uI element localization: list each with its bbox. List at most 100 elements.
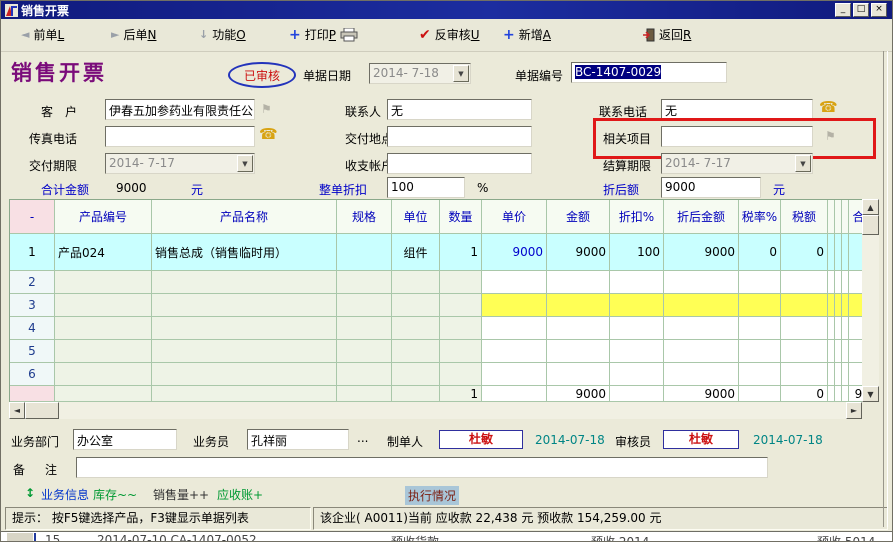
grid-cell[interactable] bbox=[828, 317, 835, 339]
grid-cell[interactable] bbox=[828, 271, 835, 293]
grid-cell[interactable] bbox=[664, 294, 739, 316]
grid-cell[interactable] bbox=[828, 294, 835, 316]
contact-phone-input[interactable]: 无 bbox=[661, 99, 813, 120]
grid-cell[interactable]: 0 bbox=[739, 234, 781, 270]
grid-horizontal-scrollbar[interactable]: ◄ ► bbox=[9, 402, 862, 419]
grid-cell[interactable] bbox=[337, 340, 392, 362]
grid-cell[interactable]: 组件 bbox=[392, 234, 440, 270]
grid-cell[interactable] bbox=[835, 234, 842, 270]
grid-cell[interactable]: 3 bbox=[10, 294, 55, 316]
grid-cell[interactable] bbox=[781, 294, 828, 316]
scroll-right-button[interactable]: ► bbox=[846, 402, 862, 419]
contact-input[interactable]: 无 bbox=[387, 99, 532, 120]
scroll-up-button[interactable]: ▲ bbox=[862, 199, 879, 215]
grid-cell[interactable] bbox=[482, 271, 547, 293]
sales-volume-link[interactable]: 销售量++ bbox=[153, 486, 209, 503]
grid-cell[interactable] bbox=[547, 317, 610, 339]
grid-cell[interactable] bbox=[835, 317, 842, 339]
grid-cell[interactable] bbox=[55, 271, 152, 293]
return-button[interactable]: 返回R bbox=[643, 26, 691, 43]
grid-cell[interactable] bbox=[547, 271, 610, 293]
grid-cell[interactable] bbox=[739, 363, 781, 385]
grid-cell[interactable] bbox=[828, 363, 835, 385]
grid-cell[interactable] bbox=[835, 271, 842, 293]
grid-cell[interactable] bbox=[664, 340, 739, 362]
grid-cell[interactable] bbox=[152, 317, 337, 339]
grid-cell[interactable] bbox=[664, 317, 739, 339]
grid-cell[interactable]: 1 bbox=[10, 234, 55, 270]
grid-cell[interactable] bbox=[828, 234, 835, 270]
grid-cell[interactable]: 9000 bbox=[482, 234, 547, 270]
grid-cell[interactable] bbox=[337, 363, 392, 385]
grid-cell[interactable] bbox=[781, 317, 828, 339]
maximize-button[interactable]: □ bbox=[853, 3, 869, 17]
grid-cell[interactable]: 9000 bbox=[664, 234, 739, 270]
add-new-button[interactable]: + 新增A bbox=[503, 26, 551, 43]
maker-name-box[interactable]: 杜敏 bbox=[439, 430, 523, 449]
grid-cell[interactable] bbox=[610, 363, 664, 385]
scroll-down-button[interactable]: ▼ bbox=[862, 386, 879, 402]
fax-input[interactable] bbox=[105, 126, 255, 147]
phone-icon[interactable]: ☎ bbox=[819, 100, 838, 115]
grid-cell[interactable] bbox=[610, 317, 664, 339]
grid-cell[interactable] bbox=[55, 363, 152, 385]
grid-cell[interactable] bbox=[482, 294, 547, 316]
grid-cell[interactable] bbox=[842, 294, 849, 316]
grid-cell[interactable]: 6 bbox=[10, 363, 55, 385]
grid-cell[interactable]: 9000 bbox=[547, 234, 610, 270]
grid-cell[interactable] bbox=[835, 340, 842, 362]
grid-cell[interactable] bbox=[835, 363, 842, 385]
functions-button[interactable]: ↓ 功能O bbox=[199, 26, 246, 43]
print-button[interactable]: + 打印P bbox=[289, 26, 358, 43]
combo-arrow-icon[interactable]: ▼ bbox=[795, 155, 811, 172]
close-button[interactable]: × bbox=[871, 3, 887, 17]
grid-cell[interactable] bbox=[440, 317, 482, 339]
delivery-term-combo[interactable]: 2014- 7-17 ▼ bbox=[105, 153, 255, 174]
grid-cell[interactable] bbox=[440, 271, 482, 293]
horizontal-scroll-thumb[interactable] bbox=[25, 402, 59, 419]
grid-cell[interactable] bbox=[440, 294, 482, 316]
grid-cell[interactable] bbox=[842, 317, 849, 339]
settle-term-combo[interactable]: 2014- 7-17 ▼ bbox=[661, 153, 813, 174]
grid-cell[interactable] bbox=[547, 363, 610, 385]
dept-input[interactable]: 办公室 bbox=[73, 429, 177, 450]
grid-cell[interactable] bbox=[482, 317, 547, 339]
remark-input[interactable] bbox=[76, 457, 768, 478]
customer-picker-flag-icon[interactable]: ⚑ bbox=[261, 103, 272, 115]
salesman-more-button[interactable]: ... bbox=[357, 431, 368, 445]
discount-input[interactable]: 100 bbox=[387, 177, 465, 198]
printer-icon[interactable] bbox=[340, 28, 358, 42]
receivable-link[interactable]: 应收账+ bbox=[217, 486, 263, 503]
grid-vertical-scrollbar[interactable]: ▲ ▼ bbox=[862, 199, 879, 402]
grid-cell[interactable] bbox=[739, 271, 781, 293]
fax-phone-icon[interactable]: ☎ bbox=[259, 127, 278, 142]
grid-cell[interactable]: 5 bbox=[10, 340, 55, 362]
auditor-name-box[interactable]: 杜敏 bbox=[663, 430, 739, 449]
grid-cell[interactable] bbox=[337, 294, 392, 316]
grid-cell[interactable] bbox=[337, 271, 392, 293]
grid-cell[interactable] bbox=[739, 317, 781, 339]
grid-cell[interactable] bbox=[152, 294, 337, 316]
grid-cell[interactable]: 4 bbox=[10, 317, 55, 339]
grid-cell[interactable] bbox=[392, 317, 440, 339]
doc-no-input[interactable]: BC-1407-0029 bbox=[571, 62, 727, 83]
minimize-button[interactable]: _ bbox=[835, 3, 851, 17]
grid-cell[interactable] bbox=[781, 363, 828, 385]
grid-cell[interactable] bbox=[739, 340, 781, 362]
doc-date-combo[interactable]: 2014- 7-18 ▼ bbox=[369, 63, 471, 84]
grid-cell[interactable] bbox=[55, 294, 152, 316]
grid-cell[interactable] bbox=[664, 271, 739, 293]
grid-cell[interactable] bbox=[842, 363, 849, 385]
grid-cell[interactable] bbox=[392, 294, 440, 316]
grid-cell[interactable] bbox=[482, 363, 547, 385]
grid-cell[interactable] bbox=[152, 271, 337, 293]
grid-cell[interactable] bbox=[337, 317, 392, 339]
grid-cell[interactable]: 2 bbox=[10, 271, 55, 293]
grid-cell[interactable] bbox=[392, 363, 440, 385]
delivery-place-input[interactable] bbox=[387, 126, 532, 147]
combo-arrow-icon[interactable]: ▼ bbox=[237, 155, 253, 172]
grid-cell[interactable]: 销售总成（销售临时用） bbox=[152, 234, 337, 270]
grid-cell[interactable] bbox=[392, 340, 440, 362]
grid-cell[interactable]: 1 bbox=[440, 234, 482, 270]
grid-cell[interactable] bbox=[152, 340, 337, 362]
